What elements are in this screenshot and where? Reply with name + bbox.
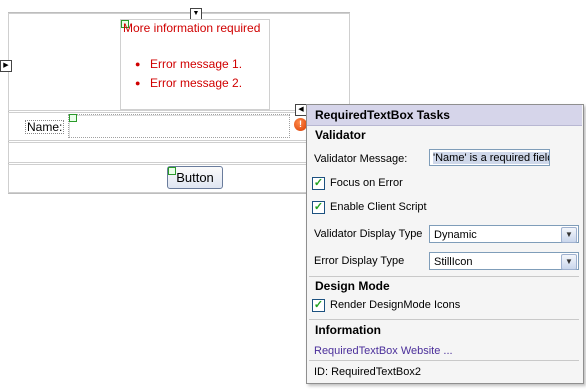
- control-id-text: ID: RequiredTextBox2: [314, 366, 421, 378]
- validator-display-type-label: Validator Display Type: [314, 228, 423, 240]
- smart-tag-right-icon[interactable]: ▶: [0, 60, 12, 72]
- dropdown-arrow-icon[interactable]: ▼: [561, 254, 577, 270]
- error-display-type-select[interactable]: StillIcon ▼: [429, 252, 579, 270]
- checkmark-icon: ✓: [313, 299, 324, 311]
- control-glyph-icon: [69, 114, 77, 122]
- name-textbox[interactable]: [68, 114, 290, 138]
- focus-on-error-label: Focus on Error: [330, 177, 403, 189]
- enable-client-script-label: Enable Client Script: [330, 201, 427, 213]
- dropdown-arrow-icon[interactable]: ▼: [561, 227, 577, 243]
- control-glyph-icon: [168, 167, 176, 175]
- design-mode-section-heading: Design Mode: [315, 279, 390, 293]
- summary-title: More information required: [123, 21, 261, 35]
- name-label: Name:: [25, 120, 65, 134]
- error-message-1: Error message 1.: [135, 57, 242, 71]
- validator-message-input[interactable]: 'Name' is a required field: [429, 149, 550, 166]
- empty-row-cell: [8, 142, 350, 163]
- information-section-heading: Information: [315, 323, 381, 337]
- divider: [309, 319, 579, 320]
- validator-message-label: Validator Message:: [314, 153, 408, 165]
- tasks-panel: [306, 104, 584, 384]
- divider: [309, 276, 579, 277]
- validator-display-type-select[interactable]: Dynamic ▼: [429, 225, 579, 243]
- enable-client-script-checkbox[interactable]: ✓: [312, 201, 325, 214]
- tasks-panel-title: RequiredTextBox Tasks: [315, 108, 450, 122]
- focus-on-error-checkbox[interactable]: ✓: [312, 177, 325, 190]
- validator-section-heading: Validator: [315, 128, 366, 142]
- error-message-2: Error message 2.: [135, 76, 242, 90]
- render-designmode-icons-label: Render DesignMode Icons: [330, 299, 461, 311]
- checkmark-icon: ✓: [313, 201, 324, 213]
- error-display-type-label: Error Display Type: [314, 255, 405, 267]
- website-link[interactable]: RequiredTextBox Website ...: [314, 345, 453, 357]
- divider: [309, 360, 579, 361]
- render-designmode-icons-checkbox[interactable]: ✓: [312, 299, 325, 312]
- checkmark-icon: ✓: [313, 177, 324, 189]
